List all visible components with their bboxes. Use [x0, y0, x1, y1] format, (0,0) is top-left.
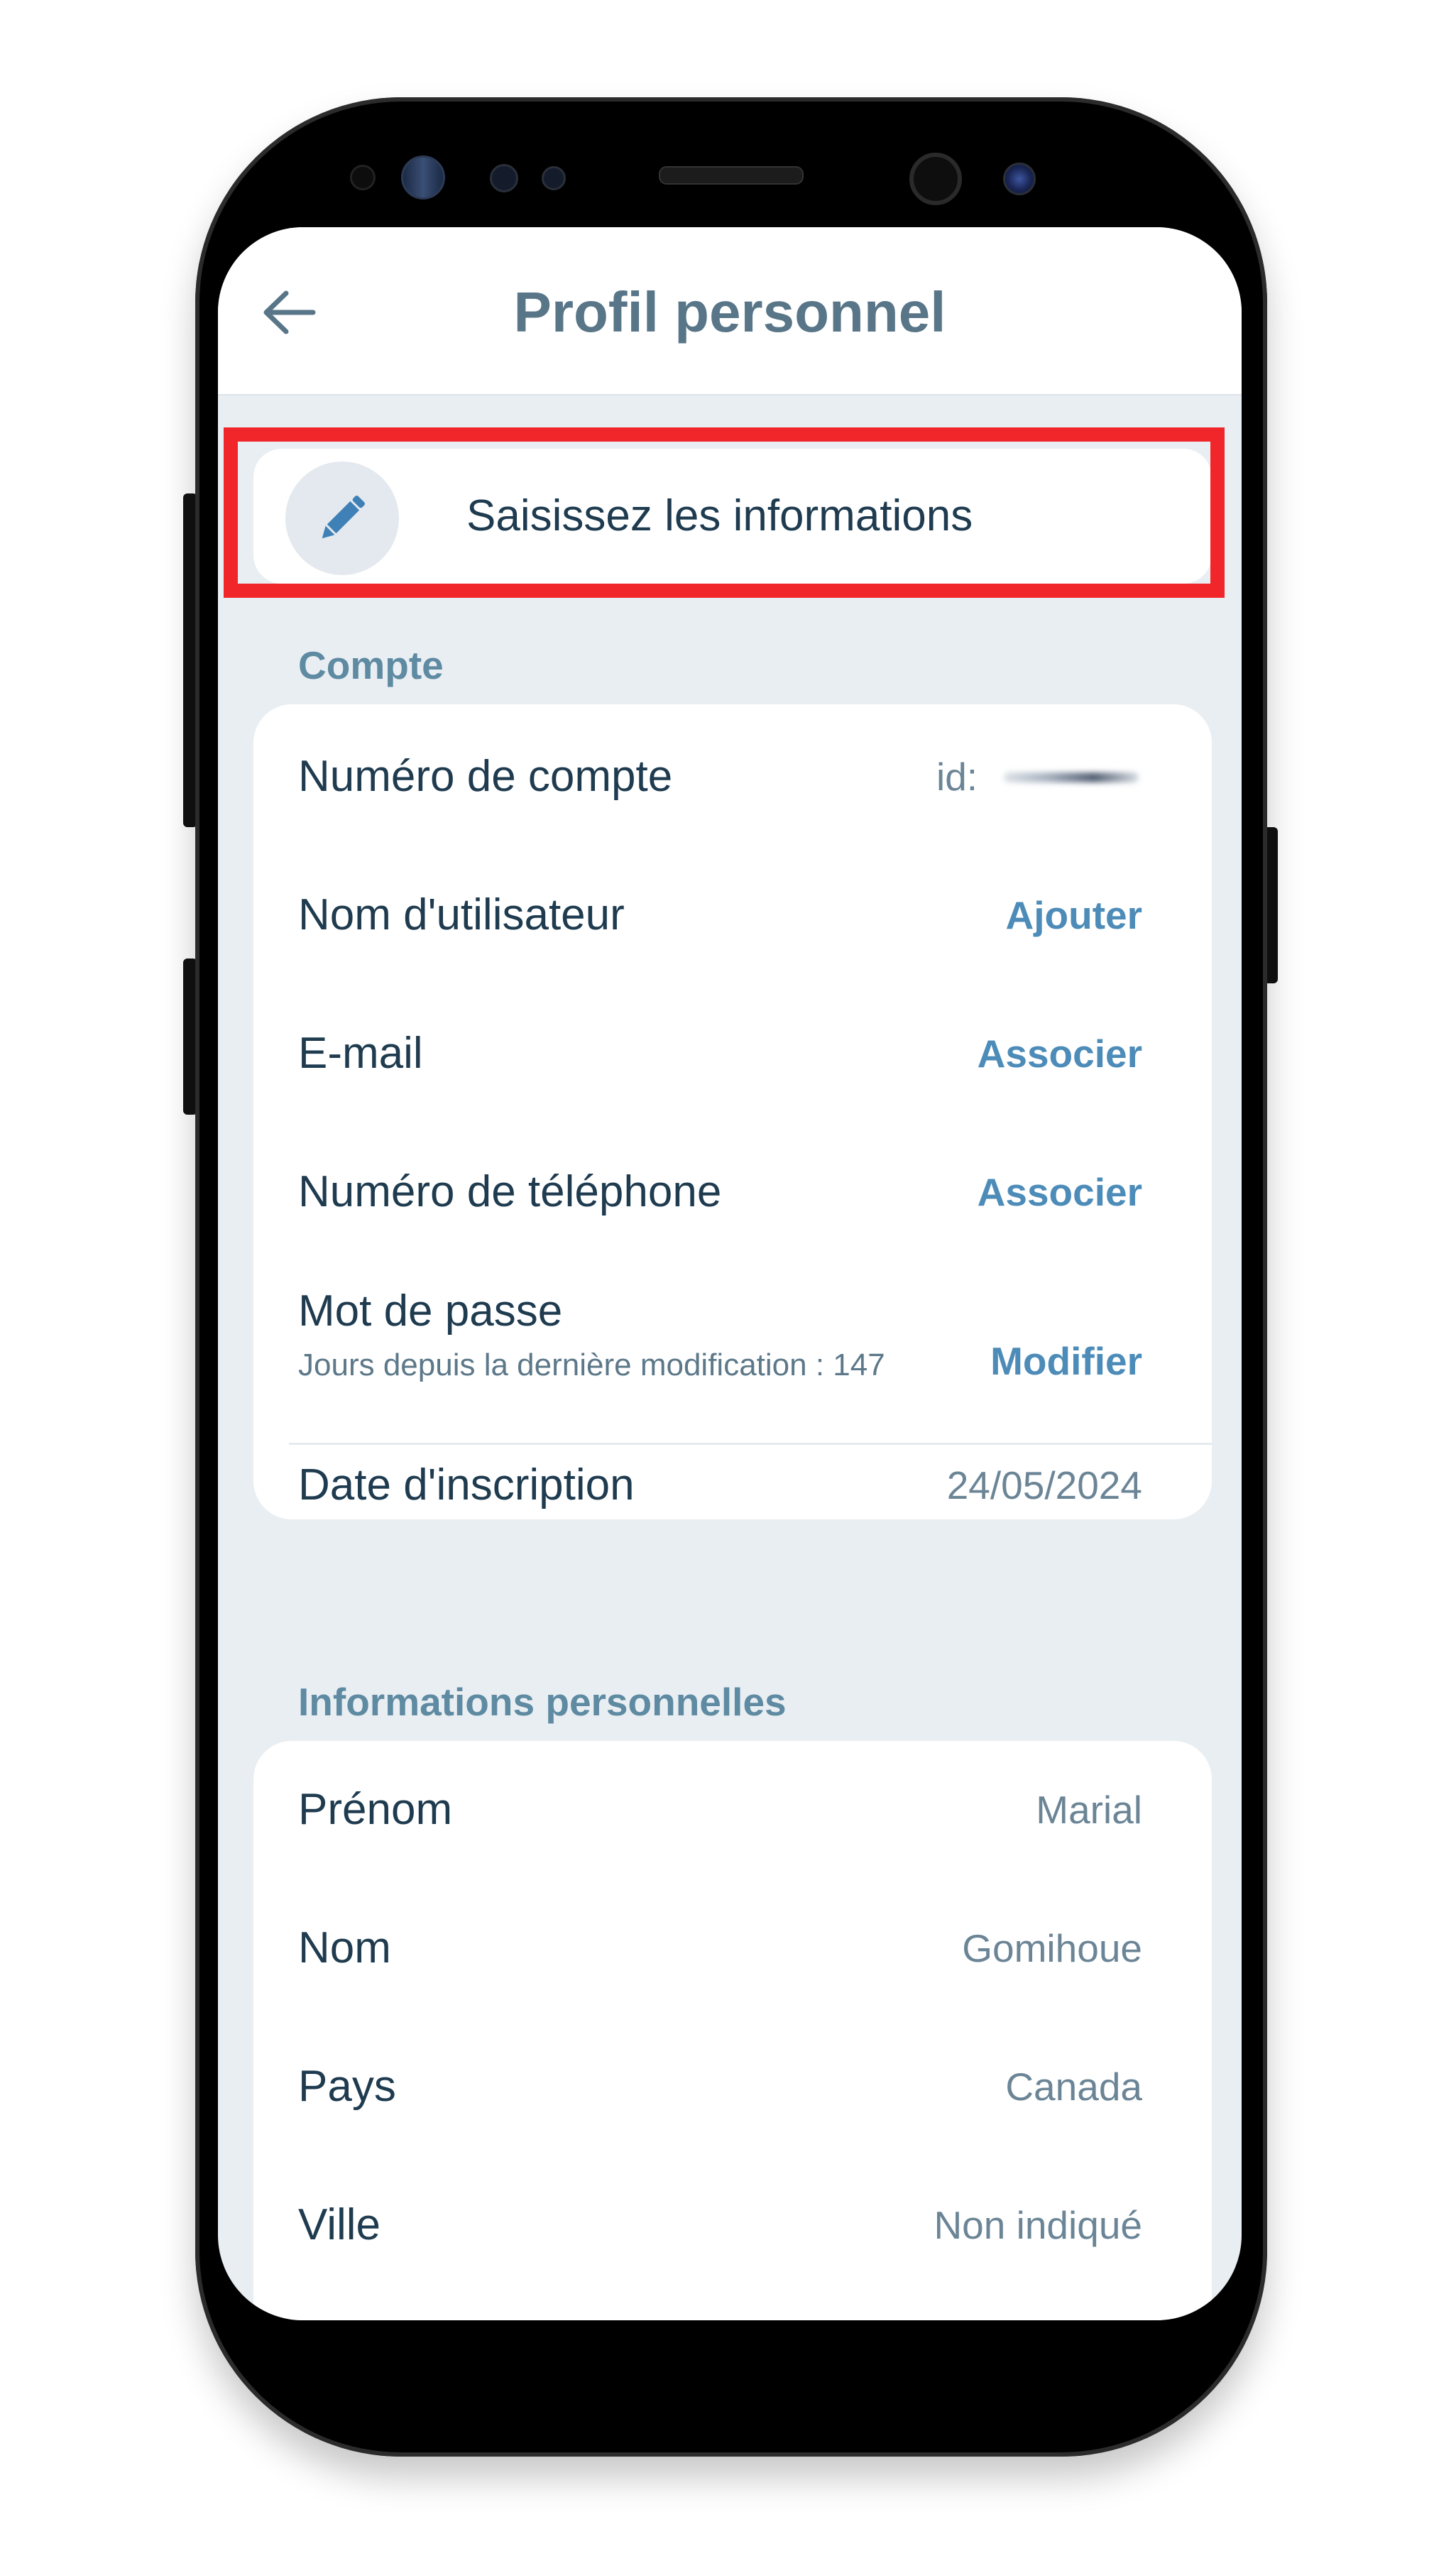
first-name-label: Prénom: [298, 1785, 453, 1834]
row-username[interactable]: Nom d'utilisateur Ajouter: [253, 846, 1212, 985]
email-label: E-mail: [298, 1029, 423, 1078]
personal-info-card: Prénom Marial Nom Gomihoue Pays Canada V…: [253, 1741, 1212, 2320]
account-id-prefix: id:: [936, 755, 978, 799]
link-phone-button[interactable]: Associer: [978, 1164, 1142, 1220]
page-title: Profil personnel: [513, 280, 946, 344]
phone-label: Numéro de téléphone: [298, 1167, 722, 1216]
password-label: Mot de passe: [298, 1287, 563, 1336]
sensor-icon: [350, 165, 376, 190]
country-label: Pays: [298, 2062, 396, 2111]
city-value: Non indiqué: [934, 2203, 1142, 2247]
row-email[interactable]: E-mail Associer: [253, 985, 1212, 1123]
iris-scanner-icon: [401, 155, 445, 200]
redacted-id: [1004, 772, 1139, 782]
last-name-label: Nom: [298, 1923, 391, 1972]
row-registration-date: Date d'inscription 24/05/2024: [253, 1443, 1212, 1519]
section-title-account: Compte: [298, 643, 444, 687]
account-card: Numéro de compte id: Nom d'utilisateur A…: [253, 704, 1212, 1519]
stage: Profil personnel Saisissez les informati…: [0, 0, 1456, 2556]
username-label: Nom d'utilisateur: [298, 890, 625, 939]
change-password-button[interactable]: Modifier: [990, 1333, 1142, 1389]
sensor-icon: [542, 166, 566, 190]
row-first-name[interactable]: Prénom Marial: [253, 1741, 1212, 1879]
camera-lens-icon: [1003, 163, 1036, 195]
row-country[interactable]: Pays Canada: [253, 2018, 1212, 2156]
section-title-personal: Informations personnelles: [298, 1680, 787, 1724]
app-header: Profil personnel: [218, 227, 1242, 395]
row-phone[interactable]: Numéro de téléphone Associer: [253, 1123, 1212, 1262]
row-last-name[interactable]: Nom Gomihoue: [253, 1879, 1212, 2018]
registration-date-value: 24/05/2024: [946, 1463, 1142, 1507]
sensor-icon: [490, 164, 518, 192]
country-value: Canada: [1005, 2065, 1142, 2109]
password-last-changed: Jours depuis la dernière modification : …: [298, 1348, 885, 1382]
first-name-value: Marial: [1036, 1788, 1142, 1832]
link-email-button[interactable]: Associer: [978, 1025, 1142, 1082]
account-number-value: id:: [936, 748, 1142, 805]
highlight-annotation: [224, 427, 1225, 598]
account-number-label: Numéro de compte: [298, 752, 673, 801]
registration-date-label: Date d'inscription: [298, 1460, 635, 1509]
add-username-button[interactable]: Ajouter: [1006, 887, 1143, 944]
row-city[interactable]: Ville Non indiqué: [253, 2156, 1212, 2295]
row-account-number: Numéro de compte id:: [253, 704, 1212, 846]
front-camera-icon: [909, 153, 962, 205]
phone-frame: Profil personnel Saisissez les informati…: [195, 97, 1267, 2457]
earpiece-speaker: [659, 166, 804, 185]
last-name-value: Gomihoue: [962, 1926, 1142, 1970]
city-label: Ville: [298, 2200, 381, 2249]
phone-screen: Profil personnel Saisissez les informati…: [218, 227, 1242, 2320]
row-password[interactable]: Mot de passe Jours depuis la dernière mo…: [253, 1262, 1212, 1436]
